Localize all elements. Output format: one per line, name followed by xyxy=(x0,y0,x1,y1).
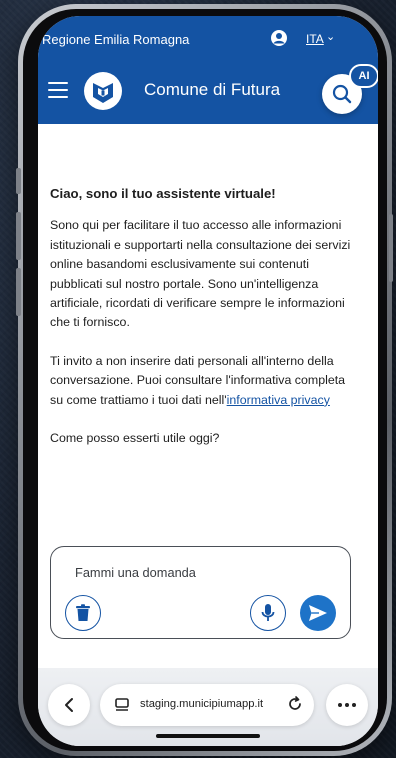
top-utility-bar: Regione Emilia Romagna ITA ⌄ xyxy=(38,30,378,48)
privacy-link[interactable]: informativa privacy xyxy=(227,393,330,407)
send-icon xyxy=(309,605,327,621)
address-bar[interactable]: staging.municipiumapp.it xyxy=(100,684,314,726)
site-title[interactable]: Comune di Futura xyxy=(144,80,280,100)
chat-input-box[interactable]: Fammi una domanda xyxy=(50,546,351,639)
power-button xyxy=(389,214,393,282)
home-indicator[interactable] xyxy=(156,734,260,738)
municipality-logo[interactable] xyxy=(84,72,122,110)
page-icon[interactable] xyxy=(114,697,130,713)
nav-bar: Comune di Futura AI xyxy=(38,64,378,114)
volume-up-button xyxy=(16,212,21,260)
microphone-icon xyxy=(261,604,275,621)
assistant-message: Ciao, sono il tuo assistente virtuale! S… xyxy=(50,184,360,467)
phone-screen: Regione Emilia Romagna ITA ⌄ Comune di F… xyxy=(38,16,378,746)
mute-switch xyxy=(16,168,21,194)
privacy-notice: Ti invito a non inserire dati personali … xyxy=(50,352,360,410)
region-label[interactable]: Regione Emilia Romagna xyxy=(42,32,189,47)
volume-down-button xyxy=(16,268,21,316)
url-text[interactable]: staging.municipiumapp.it xyxy=(140,698,263,710)
back-icon xyxy=(65,698,73,712)
trash-icon xyxy=(76,604,90,621)
chat-input[interactable]: Fammi una domanda xyxy=(75,565,196,580)
more-button[interactable] xyxy=(326,684,368,726)
site-header: Regione Emilia Romagna ITA ⌄ Comune di F… xyxy=(38,16,378,124)
voice-input-button[interactable] xyxy=(250,595,286,631)
assistant-question: Come posso esserti utile oggi? xyxy=(50,431,220,446)
ai-badge[interactable]: AI xyxy=(349,64,378,88)
chevron-down-icon[interactable]: ⌄ xyxy=(326,30,335,43)
clear-chat-button[interactable] xyxy=(65,595,101,631)
user-icon[interactable] xyxy=(270,29,288,50)
more-icon xyxy=(338,703,356,707)
assistant-greeting: Ciao, sono il tuo assistente virtuale! xyxy=(50,186,276,201)
assistant-intro: Sono qui per facilitare il tuo accesso a… xyxy=(50,218,351,330)
language-selector[interactable]: ITA xyxy=(306,32,324,46)
hamburger-menu-icon[interactable] xyxy=(48,82,68,98)
back-button[interactable] xyxy=(48,684,90,726)
reload-icon[interactable] xyxy=(286,695,304,713)
send-button[interactable] xyxy=(300,595,336,631)
